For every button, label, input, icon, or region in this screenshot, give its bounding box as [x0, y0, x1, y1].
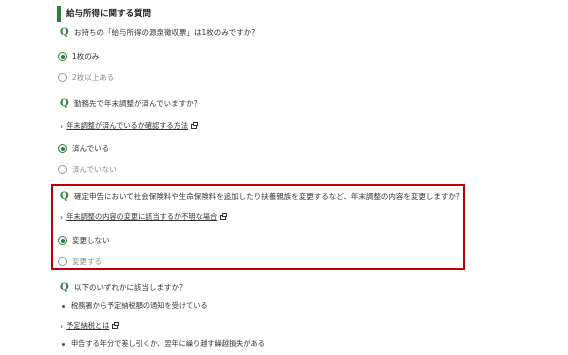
chevron-right-icon: › [60, 121, 64, 131]
radio-two-or-more[interactable]: 2枚以上ある [58, 72, 114, 83]
help-link-text[interactable]: 年末調整が済んでいるか確認する方法 [66, 121, 188, 131]
external-window-icon [191, 121, 199, 129]
question-4: Q 以下のいずれかに該当しますか？ [60, 282, 187, 293]
radio-unchecked-icon[interactable] [58, 165, 67, 174]
chevron-right-icon: › [60, 212, 64, 222]
radio-label: 変更する [72, 257, 102, 266]
help-link-text[interactable]: 年末調整の内容の変更に該当するか不明な場合 [66, 212, 217, 222]
radio-label: 2枚以上ある [72, 73, 115, 82]
help-link-text[interactable]: 予定納税とは [66, 321, 109, 331]
bullet-icon [62, 304, 65, 308]
help-link-change[interactable]: › 年末調整の内容の変更に該当するか不明な場合 [60, 212, 228, 222]
q-mark: Q [60, 98, 69, 109]
question-1: Q お持ちの「給与所得の源泉徴収票」は1枚のみですか？ [60, 27, 259, 38]
radio-adjusted[interactable]: 済んでいる [58, 143, 109, 154]
radio-not-adjusted[interactable]: 済んでいない [58, 164, 117, 175]
radio-label: 済んでいる [72, 144, 110, 153]
external-window-icon [112, 321, 120, 329]
external-window-icon [220, 212, 228, 220]
q-mark: Q [60, 282, 69, 293]
question-4-text: 以下のいずれかに該当しますか？ [74, 283, 187, 292]
radio-label: 済んでいない [72, 165, 117, 174]
help-link-prepayment[interactable]: › 予定納税とは [60, 321, 120, 331]
radio-one-sheet[interactable]: 1枚のみ [58, 51, 99, 62]
question-3: Q 確定申告において社会保険料や生命保険料を追加したり扶養親族を変更するなど、年… [60, 191, 463, 202]
list-item: 申告する年分で差し引くか、翌年に繰り越す繰越損失がある [60, 339, 265, 349]
radio-change[interactable]: 変更する [58, 256, 102, 267]
bullet-icon [62, 342, 65, 346]
question-2: Q 勤務先で年末調整が済んでいますか？ [60, 98, 201, 109]
question-1-text: お持ちの「給与所得の源泉徴収票」は1枚のみですか？ [74, 28, 259, 37]
q-mark: Q [60, 27, 69, 38]
radio-unchecked-icon[interactable] [58, 257, 67, 266]
section-title: 給与所得に関する質問 [57, 6, 151, 22]
radio-unchecked-icon[interactable] [58, 73, 67, 82]
radio-checked-icon[interactable] [58, 236, 67, 245]
radio-no-change[interactable]: 変更しない [58, 235, 110, 246]
radio-label: 1枚のみ [72, 52, 100, 61]
radio-checked-icon[interactable] [58, 52, 67, 61]
radio-checked-icon[interactable] [58, 144, 67, 153]
list-item-text: 申告する年分で差し引くか、翌年に繰り越す繰越損失がある [71, 339, 265, 348]
q-mark: Q [60, 191, 69, 202]
question-2-text: 勤務先で年末調整が済んでいますか？ [74, 99, 202, 108]
chevron-right-icon: › [60, 321, 64, 331]
question-3-text: 確定申告において社会保険料や生命保険料を追加したり扶養親族を変更するなど、年末調… [74, 192, 464, 201]
list-item: 税務署から予定納税額の通知を受けている [60, 301, 208, 311]
radio-label: 変更しない [72, 236, 110, 245]
help-link-adjustment[interactable]: › 年末調整が済んでいるか確認する方法 [60, 121, 199, 131]
list-item-text: 税務署から予定納税額の通知を受けている [71, 301, 208, 310]
